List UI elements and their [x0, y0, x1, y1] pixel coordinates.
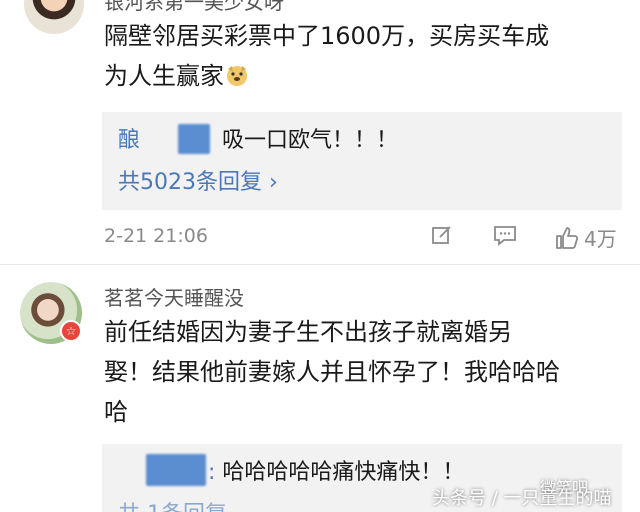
comment-line: 哈	[104, 398, 128, 426]
like-button[interactable]: 4万	[554, 223, 617, 252]
divider	[0, 264, 640, 265]
edit-button[interactable]	[430, 223, 454, 247]
username[interactable]: 银河系第一美少女呀	[104, 0, 284, 15]
more-replies-link[interactable]: 共5023条回复 ›	[118, 164, 278, 196]
verified-badge-icon: ☆	[60, 320, 82, 342]
comment-button[interactable]	[492, 223, 518, 247]
comment-text: 前任结婚因为妻子生不出孩子就离婚另 娶！结果他前妻嫁人并且怀孕了！我哈哈哈 哈	[104, 312, 624, 432]
comment-text: 隔壁邻居买彩票中了1600万，买房买车成 为人生赢家	[104, 16, 624, 96]
doge-emoji-icon	[227, 66, 247, 86]
avatar[interactable]	[24, 0, 84, 34]
comment-line: 为人生赢家	[104, 56, 624, 96]
thumbs-up-icon	[556, 226, 579, 249]
more-replies-link[interactable]: 共 1条回复	[118, 496, 227, 512]
comment-icon	[494, 226, 516, 246]
redacted-name	[178, 124, 210, 154]
comment-time: 2-21 21:06	[104, 225, 208, 247]
redacted-name	[146, 454, 206, 486]
username[interactable]: 茗茗今天睡醒没	[104, 282, 244, 311]
reply-text: 吸一口欧气！！！	[222, 128, 399, 153]
like-count: 4万	[584, 227, 617, 251]
comment-line: 隔壁邻居买彩票中了1600万，买房买车成	[104, 22, 550, 50]
reply-box[interactable]: 酿 吸一口欧气！！！ 共5023条回复 ›	[102, 112, 622, 210]
reply-line: : 哈哈哈哈哈痛快痛快！！	[208, 454, 464, 486]
reply-username[interactable]: :	[208, 460, 215, 485]
reply-text: 哈哈哈哈哈痛快痛快！！	[222, 460, 465, 485]
comment-line: 娶！结果他前妻嫁人并且怀孕了！我哈哈哈	[104, 358, 560, 386]
watermark: 头条号 / 一只童生的喵	[432, 488, 612, 509]
comment-line-text: 为人生赢家	[104, 62, 224, 90]
reply-line: 酿	[118, 122, 140, 154]
comment-line: 前任结婚因为妻子生不出孩子就离婚另	[104, 318, 512, 346]
reply-username[interactable]: 酿	[118, 128, 140, 153]
edit-icon	[432, 226, 451, 244]
